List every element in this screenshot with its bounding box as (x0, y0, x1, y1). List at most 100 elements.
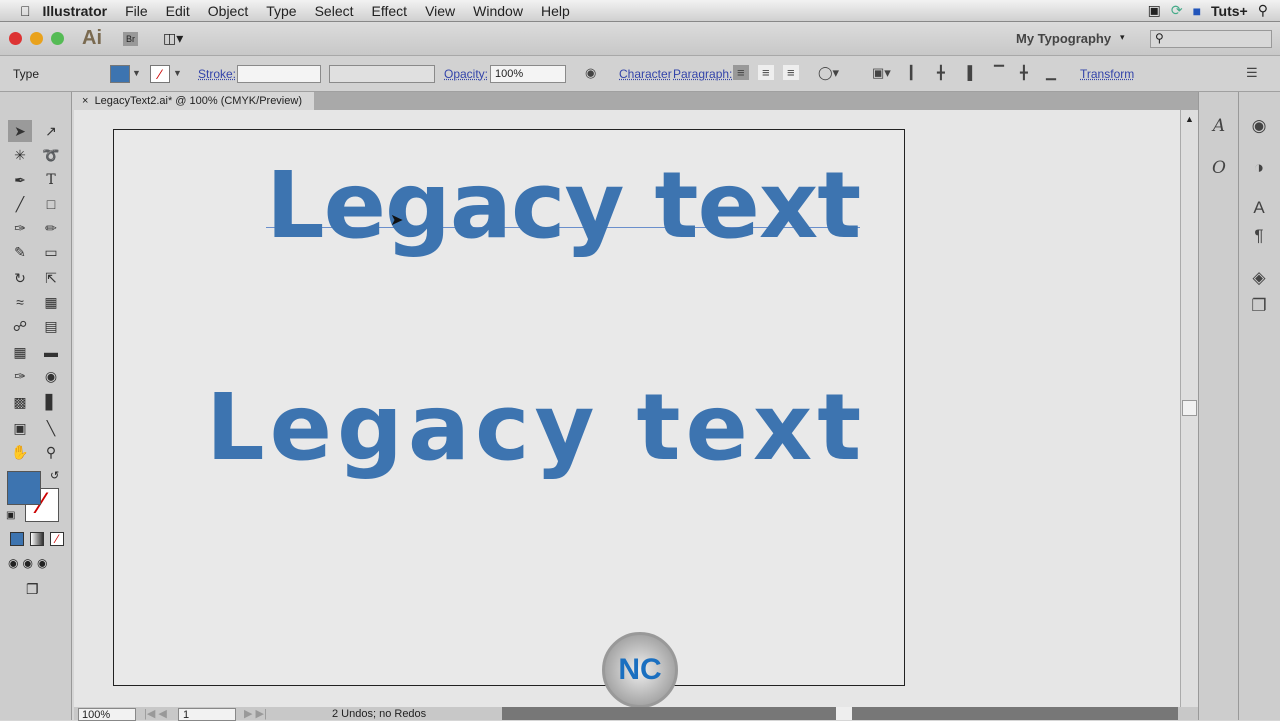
mesh-tool[interactable]: ▦ (8, 341, 32, 363)
paintbrush-tool[interactable]: ✑ (8, 217, 32, 239)
draw-mode-buttons[interactable]: ◉◉◉ (8, 556, 51, 570)
menu-help[interactable]: Help (541, 3, 570, 19)
align-bottom-objects-icon[interactable]: ▁ (1046, 65, 1056, 81)
artboard-tool[interactable]: ▣ (8, 417, 32, 439)
eraser-tool[interactable]: ▭ (39, 241, 63, 263)
blob-brush-tool[interactable]: ✎ (8, 241, 32, 263)
camera-icon[interactable]: ▣ (1148, 2, 1161, 19)
help-search-input[interactable]: ⚲ (1150, 30, 1272, 48)
default-colors-icon[interactable]: ▣ (6, 510, 15, 521)
artboards-icon[interactable]: ❐ (1247, 296, 1271, 316)
align-vcenter-objects-icon[interactable]: ╋ (1020, 65, 1028, 81)
warp-tool[interactable]: ≈ (8, 291, 32, 313)
zoom-button[interactable] (51, 32, 64, 45)
vertical-scrollbar[interactable]: ▲ (1180, 110, 1198, 707)
menu-edit[interactable]: Edit (166, 3, 190, 19)
magic-wand-tool[interactable]: ✳ (8, 144, 32, 166)
gradient-mode-button[interactable] (30, 532, 44, 546)
symbol-sprayer-tool[interactable]: ▩ (8, 391, 32, 413)
slice-tool[interactable]: ╲ (39, 417, 63, 439)
artboard[interactable]: Legacy text Legacy text (113, 129, 905, 686)
menu-file[interactable]: File (125, 3, 148, 19)
menu-effect[interactable]: Effect (372, 3, 408, 19)
eyedropper-tool[interactable]: ✑ (8, 365, 32, 387)
type-tool[interactable]: T (39, 169, 63, 191)
swatches-icon[interactable]: ◑ (1247, 158, 1271, 178)
chevron-down-icon[interactable]: ▼ (132, 68, 141, 78)
stroke-link[interactable]: Stroke: (198, 67, 236, 81)
scale-tool[interactable]: ⇱ (39, 267, 63, 289)
fill-color-swatch[interactable] (7, 471, 41, 505)
zoom-level-select[interactable]: 100% (78, 708, 136, 721)
align-top-objects-icon[interactable]: ▔ (994, 65, 1004, 81)
minimize-button[interactable] (30, 32, 43, 45)
appearance-icon[interactable]: ◉ (1247, 116, 1271, 136)
none-mode-button[interactable]: ⁄ (50, 532, 64, 546)
workspace-switcher[interactable]: My Typography (1016, 31, 1111, 46)
hand-tool[interactable]: ✋ (8, 441, 32, 463)
character-styles-icon[interactable]: A (1207, 116, 1231, 136)
paragraph-panel-icon[interactable]: ¶ (1247, 226, 1271, 246)
column-graph-tool[interactable]: ▋ (39, 391, 63, 413)
selection-tool[interactable]: ➤ (8, 120, 32, 142)
text-legacy-selected[interactable]: Legacy text (266, 160, 861, 252)
text-legacy-spaced[interactable]: Legacy text (206, 382, 866, 474)
zoom-tool[interactable]: ⚲ (39, 441, 63, 463)
align-to-icon[interactable]: ▣▾ (872, 65, 891, 81)
display-icon[interactable]: ■ (1193, 3, 1201, 19)
color-mode-button[interactable] (10, 532, 24, 546)
bridge-button[interactable]: Br (123, 32, 138, 46)
align-left-objects-icon[interactable]: ▎ (910, 65, 920, 81)
align-center-button[interactable]: ≡ (758, 65, 774, 80)
user-menu[interactable]: Tuts+ (1211, 3, 1248, 19)
horizontal-scrollbar[interactable] (502, 707, 1178, 720)
menu-type[interactable]: Type (266, 3, 296, 19)
stroke-weight-input[interactable] (237, 65, 321, 83)
swap-colors-icon[interactable]: ↺ (50, 469, 59, 482)
variable-width-select[interactable] (329, 65, 435, 83)
chevron-down-icon[interactable]: ▾ (1120, 32, 1125, 43)
arrange-documents-button[interactable]: ◫▾ (163, 30, 183, 47)
opacity-link[interactable]: Opacity: (444, 67, 488, 81)
shape-builder-tool[interactable]: ☍ (8, 315, 32, 337)
stroke-swatch[interactable]: ⁄ (150, 65, 170, 83)
menu-view[interactable]: View (425, 3, 455, 19)
menu-select[interactable]: Select (315, 3, 354, 19)
blend-tool[interactable]: ◉ (39, 365, 63, 387)
chevron-down-icon[interactable]: ▼ (173, 68, 182, 78)
menu-object[interactable]: Object (208, 3, 248, 19)
paragraph-link[interactable]: Paragraph: (673, 67, 732, 81)
menu-window[interactable]: Window (473, 3, 523, 19)
menu-app[interactable]: Illustrator (43, 3, 108, 19)
perspective-grid-tool[interactable]: ▤ (39, 315, 63, 337)
artboard-nav-prev[interactable]: |◀ ◀ (144, 707, 167, 720)
line-tool[interactable]: ╱ (8, 193, 32, 215)
layers-icon[interactable]: ◈ (1247, 268, 1271, 288)
recolor-icon[interactable]: ◉ (585, 65, 596, 81)
screen-mode-button[interactable]: ❐ (26, 581, 39, 598)
free-transform-tool[interactable]: ▦ (39, 291, 63, 313)
fill-swatch[interactable] (110, 65, 130, 83)
canvas[interactable]: Legacy text Legacy text ➤ NC (74, 110, 1180, 708)
opentype-icon[interactable]: O (1207, 158, 1231, 178)
transform-link[interactable]: Transform (1080, 67, 1134, 81)
rotate-tool[interactable]: ↻ (8, 267, 32, 289)
envelope-warp-icon[interactable]: ◯▾ (818, 65, 839, 81)
rectangle-tool[interactable]: □ (39, 193, 63, 215)
spotlight-icon[interactable]: ⚲ (1258, 2, 1268, 19)
align-right-objects-icon[interactable]: ▐ (963, 65, 972, 80)
status-text[interactable]: 2 Undos; no Redos (332, 708, 426, 720)
direct-selection-tool[interactable]: ↗ (39, 120, 63, 142)
gradient-tool[interactable]: ▬ (39, 341, 63, 363)
opacity-input[interactable]: 100% (490, 65, 566, 83)
artboard-nav-next[interactable]: ▶ ▶| (244, 707, 267, 720)
scroll-up-icon[interactable]: ▲ (1185, 114, 1194, 124)
character-link[interactable]: Character (619, 67, 672, 81)
scroll-thumb[interactable] (1182, 400, 1197, 416)
apple-icon[interactable]:  (20, 3, 31, 19)
pen-tool[interactable]: ✒ (8, 169, 32, 191)
align-left-button[interactable]: ≡ (733, 65, 749, 80)
artboard-number-select[interactable]: 1 (178, 708, 236, 721)
pencil-tool[interactable]: ✏ (39, 217, 63, 239)
sync-icon[interactable]: ⟳ (1171, 2, 1183, 19)
